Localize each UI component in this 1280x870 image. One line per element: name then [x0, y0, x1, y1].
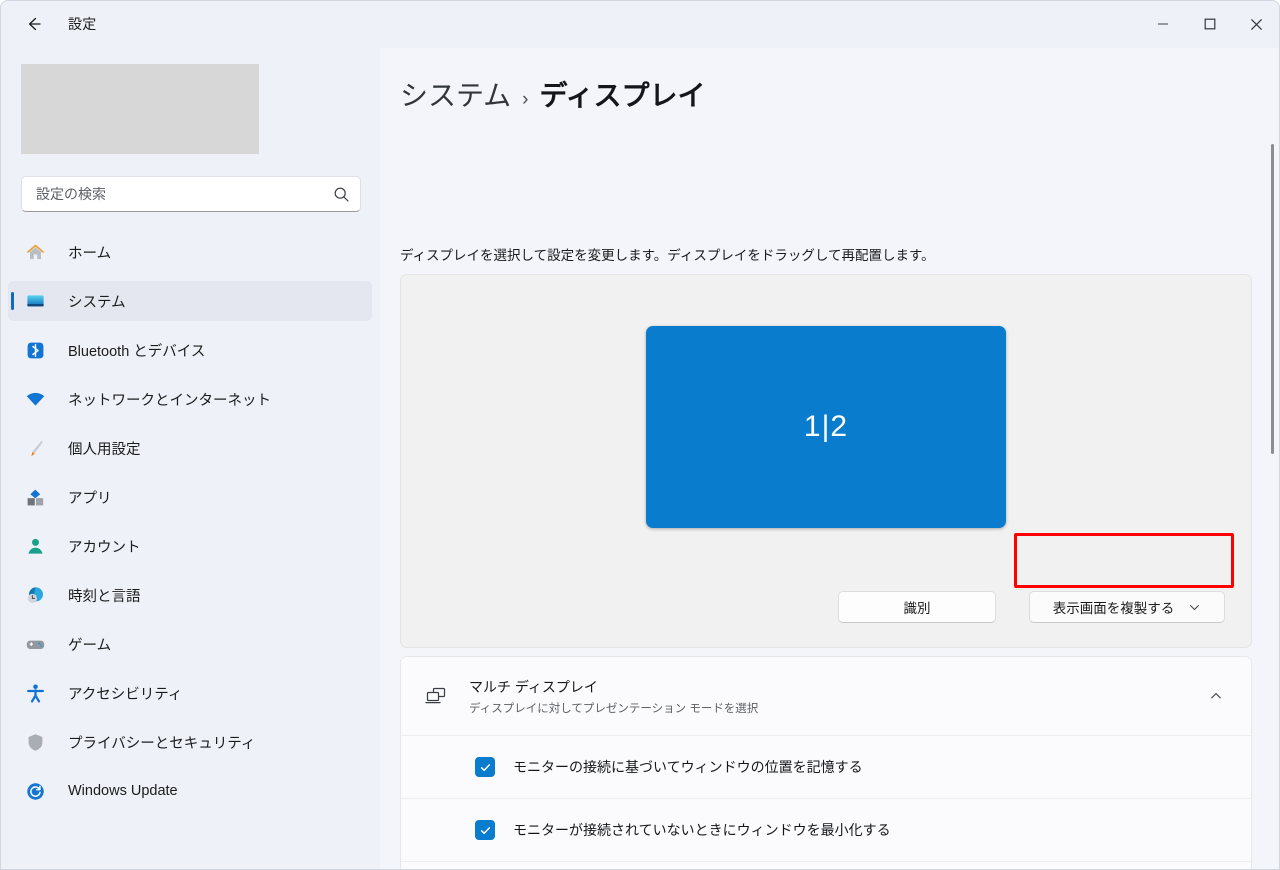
- multi-display-section: マルチ ディスプレイ ディスプレイに対してプレゼンテーション モードを選択 モニ…: [400, 656, 1252, 870]
- display-mode-dropdown[interactable]: 表示画面を複製する: [1029, 591, 1225, 623]
- sidebar: ホーム シ: [0, 48, 380, 870]
- accessibility-icon: [24, 682, 46, 704]
- bluetooth-icon: [24, 339, 46, 361]
- minimize-button[interactable]: [1139, 0, 1186, 48]
- multi-display-text: マルチ ディスプレイ ディスプレイに対してプレゼンテーション モードを選択: [469, 677, 1203, 716]
- checkbox-label: モニターが接続されていないときにウィンドウを最小化する: [513, 822, 891, 838]
- settings-window: 設定 設定の検索 ホーム システム Bluetooth とデバイス ネットワーク…: [0, 0, 1280, 870]
- maximize-icon: [1204, 18, 1215, 30]
- display-monitor-preview[interactable]: 1|2: [646, 326, 1006, 528]
- sidebar-item-label: 時刻と言語: [68, 588, 141, 605]
- display-monitor-label: 1|2: [803, 410, 849, 443]
- sidebar-nav: ホーム システム Bluetooth とデバイス ネットワークとインターネット …: [8, 232, 372, 820]
- sidebar-item-network-internet[interactable]: ネットワークとインターネット: [8, 379, 372, 419]
- chevron-down-icon: [1190, 604, 1200, 610]
- sidebar-item-label: 個人用設定: [68, 441, 141, 458]
- wifi-icon: [24, 388, 46, 410]
- user-profile-placeholder: [21, 64, 259, 154]
- window-controls: [1139, 0, 1280, 48]
- sidebar-item-label: アカウント: [68, 539, 141, 556]
- app-title: 設定: [68, 16, 97, 32]
- sidebar-item-gaming[interactable]: ゲーム: [8, 624, 372, 664]
- close-button[interactable]: [1233, 0, 1280, 48]
- sidebar-item-accounts[interactable]: アカウント: [8, 526, 372, 566]
- search-box[interactable]: [21, 176, 361, 212]
- checkbox-checked-icon[interactable]: [475, 757, 495, 777]
- paintbrush-icon: [24, 437, 46, 459]
- sidebar-item-label: アクセシビリティ: [68, 686, 183, 703]
- sidebar-item-home[interactable]: ホーム: [8, 232, 372, 272]
- sidebar-item-label: システム: [68, 294, 126, 311]
- multi-display-title: マルチ ディスプレイ: [469, 678, 598, 695]
- main-content: システム › ディスプレイ ディスプレイを選択して設定を変更します。ディスプレイ…: [380, 48, 1280, 870]
- sidebar-item-system[interactable]: システム: [8, 281, 372, 321]
- identify-button[interactable]: 識別: [838, 591, 996, 623]
- checkbox-row-ease-cursor-movement[interactable]: ディスプレイ間でカーソルを簡単に移動させる: [401, 861, 1251, 870]
- search-input[interactable]: [36, 186, 333, 202]
- sidebar-item-time-language[interactable]: 時刻と言語: [8, 575, 372, 615]
- content-scrollbar[interactable]: [1267, 60, 1277, 820]
- arrow-left-icon: [28, 17, 41, 31]
- sidebar-item-label: アプリ: [68, 490, 112, 507]
- maximize-button[interactable]: [1186, 0, 1233, 48]
- title-bar: 設定: [0, 0, 1280, 48]
- page-description: ディスプレイを選択して設定を変更します。ディスプレイをドラッグして再配置します。: [400, 248, 935, 263]
- breadcrumb-parent[interactable]: システム: [400, 74, 511, 114]
- update-sync-icon: [24, 780, 46, 802]
- checkbox-row-remember-window-locations[interactable]: モニターの接続に基づいてウィンドウの位置を記憶する: [401, 735, 1251, 798]
- display-mode-value: 表示画面を複製する: [1052, 601, 1175, 616]
- checkbox-row-minimize-windows[interactable]: モニターが接続されていないときにウィンドウを最小化する: [401, 798, 1251, 861]
- breadcrumb: システム › ディスプレイ: [400, 74, 706, 114]
- sidebar-item-personalization[interactable]: 個人用設定: [8, 428, 372, 468]
- scrollbar-thumb[interactable]: [1271, 144, 1274, 454]
- display-arrangement-panel: 1|2 識別 表示画面を複製する: [400, 274, 1252, 648]
- gamepad-icon: [24, 633, 46, 655]
- sidebar-item-label: Bluetooth とデバイス: [68, 343, 206, 360]
- sidebar-item-accessibility[interactable]: アクセシビリティ: [8, 673, 372, 713]
- sidebar-item-windows-update[interactable]: Windows Update: [8, 771, 372, 811]
- sidebar-item-apps[interactable]: アプリ: [8, 477, 372, 517]
- sidebar-item-bluetooth-devices[interactable]: Bluetooth とデバイス: [8, 330, 372, 370]
- clock-globe-icon: [24, 584, 46, 606]
- sidebar-item-label: ホーム: [68, 245, 112, 262]
- minimize-icon: [1157, 23, 1168, 25]
- back-button[interactable]: [14, 8, 54, 40]
- system-monitor-icon: [24, 290, 46, 312]
- sidebar-item-label: ゲーム: [68, 637, 112, 654]
- apps-icon: [24, 486, 46, 508]
- sidebar-item-label: プライバシーとセキュリティ: [68, 735, 256, 752]
- breadcrumb-separator-icon: ›: [522, 89, 529, 110]
- multi-display-header[interactable]: マルチ ディスプレイ ディスプレイに対してプレゼンテーション モードを選択: [401, 657, 1251, 735]
- page-title: ディスプレイ: [539, 80, 706, 111]
- shield-icon: [24, 731, 46, 753]
- chevron-up-icon[interactable]: [1203, 689, 1229, 703]
- checkbox-label: モニターの接続に基づいてウィンドウの位置を記憶する: [513, 759, 863, 775]
- checkbox-checked-icon[interactable]: [475, 820, 495, 840]
- account-person-icon: [24, 535, 46, 557]
- close-icon: [1250, 18, 1263, 30]
- sidebar-item-privacy-security[interactable]: プライバシーとセキュリティ: [8, 722, 372, 762]
- search-icon: [334, 187, 349, 202]
- multi-display-subtitle: ディスプレイに対してプレゼンテーション モードを選択: [469, 702, 759, 715]
- selection-indicator: [11, 292, 14, 310]
- multi-monitor-icon: [423, 684, 449, 708]
- sidebar-item-label: ネットワークとインターネット: [68, 392, 271, 409]
- sidebar-item-label: Windows Update: [68, 783, 178, 799]
- home-icon: [24, 241, 46, 263]
